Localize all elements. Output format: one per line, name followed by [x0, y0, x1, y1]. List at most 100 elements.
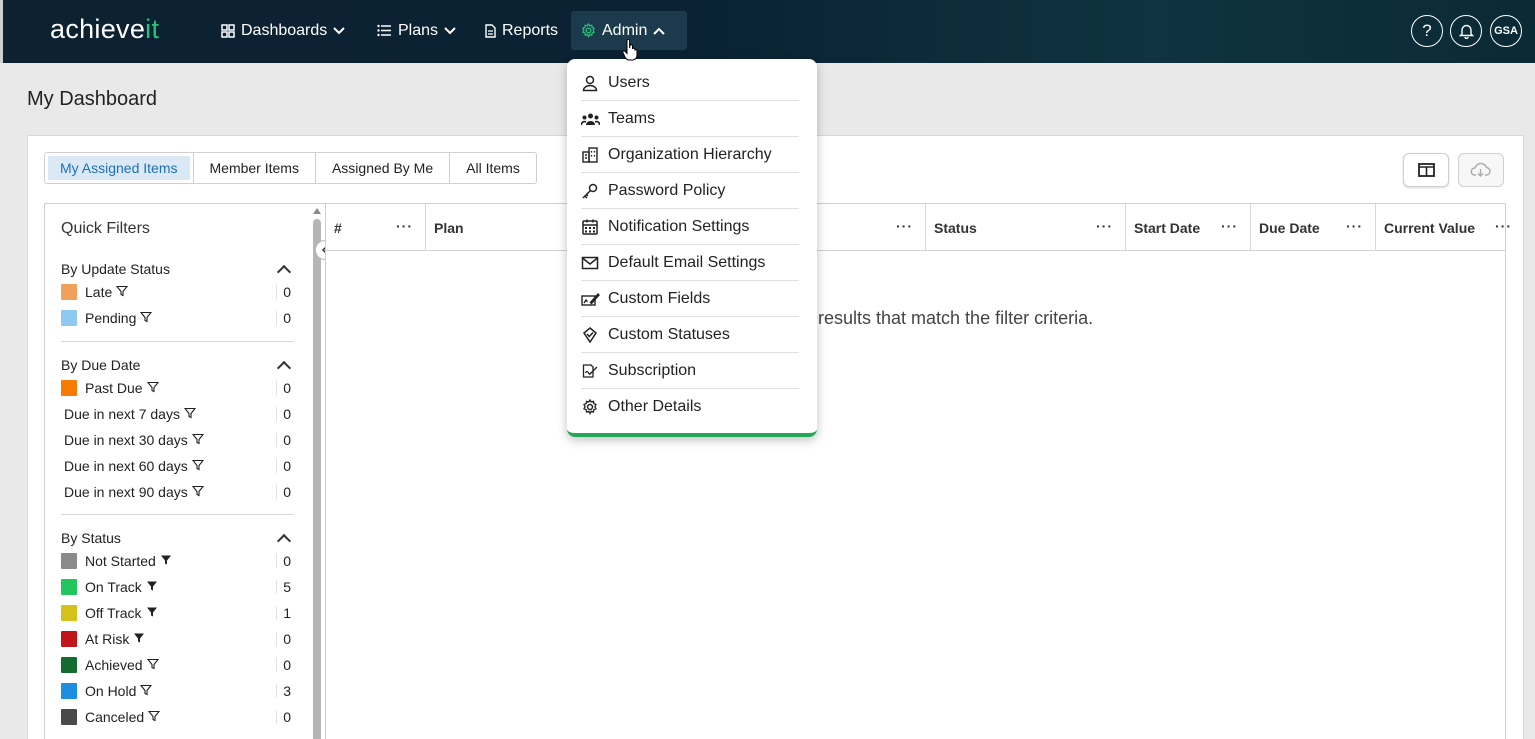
calendar-icon [581, 218, 599, 236]
admin-menu-item-teams[interactable]: Teams [580, 101, 799, 137]
column-header-number[interactable]: # ··· [326, 204, 426, 251]
filter-label: Due in next 60 days [64, 458, 188, 474]
column-header-start-date[interactable]: Start Date ··· [1126, 204, 1251, 251]
hand-cursor-icon [622, 39, 638, 61]
admin-menu-item-custom-statuses[interactable]: Custom Statuses [581, 317, 799, 353]
filter-funnel-icon[interactable] [191, 458, 204, 474]
column-header-current-value[interactable]: Current Value ··· [1376, 204, 1511, 251]
filter-funnel-icon[interactable] [146, 605, 158, 621]
column-menu-icon[interactable]: ··· [1096, 218, 1113, 234]
filter-funnel-icon[interactable] [160, 553, 172, 569]
filter-funnel-icon[interactable] [148, 709, 161, 725]
filter-row-on-hold[interactable]: On Hold 3 [61, 678, 293, 704]
filter-row-due-in-next-30-days[interactable]: Due in next 30 days 0 [61, 427, 293, 453]
admin-menu-item-password-policy[interactable]: Password Policy [581, 173, 799, 209]
top-navbar: achieveit Dashboards Plans Reports Admin… [0, 0, 1535, 63]
filter-count: 1 [276, 606, 291, 620]
nav-dashboards-label: Dashboards [241, 21, 328, 39]
filter-label: Due in next 90 days [64, 484, 188, 500]
nav-dashboards[interactable]: Dashboards [211, 11, 355, 50]
help-button[interactable]: ? [1411, 15, 1443, 47]
scroll-thumb[interactable] [313, 219, 321, 739]
scroll-up-arrow[interactable] [313, 208, 321, 214]
status-color-swatch [61, 631, 77, 647]
nav-plans-label: Plans [398, 21, 439, 39]
columns-icon [1417, 163, 1435, 177]
admin-menu-item-label: Organization Hierarchy [608, 145, 772, 163]
tab-my-assigned-items[interactable]: My Assigned Items [48, 156, 190, 180]
admin-menu-item-label: Subscription [608, 361, 697, 379]
filter-funnel-icon[interactable] [140, 683, 153, 699]
filter-funnel-icon[interactable] [140, 310, 153, 326]
filter-funnel-icon[interactable] [191, 484, 204, 500]
filter-funnel-icon[interactable] [146, 579, 158, 595]
notifications-button[interactable] [1450, 15, 1482, 47]
user-avatar-button[interactable]: GSA [1490, 15, 1522, 47]
nav-plans[interactable]: Plans [367, 11, 466, 50]
admin-menu-item-subscription[interactable]: Subscription [581, 353, 799, 389]
filters-scrollbar[interactable] [312, 203, 322, 739]
filter-row-canceled[interactable]: Canceled 0 [61, 704, 293, 730]
status-color-swatch [61, 683, 77, 699]
status-color-swatch [61, 657, 77, 673]
filter-row-late[interactable]: Late 0 [61, 279, 293, 305]
list-icon [377, 24, 391, 37]
filter-row-due-in-next-90-days[interactable]: Due in next 90 days 0 [61, 479, 293, 505]
user-icon [581, 74, 599, 92]
empty-grid-message: results that match the filter criteria. [818, 308, 1094, 328]
filter-row-due-in-next-7-days[interactable]: Due in next 7 days 0 [61, 401, 293, 427]
filter-funnel-icon[interactable] [183, 406, 197, 422]
column-menu-icon[interactable]: ··· [1495, 218, 1512, 234]
cloud-download-icon [1470, 162, 1491, 177]
tab-assigned-by-me[interactable]: Assigned By Me [316, 153, 451, 183]
column-header-status[interactable]: Status ··· [926, 204, 1126, 251]
filter-section-header[interactable]: By Update Status [61, 259, 293, 280]
admin-menu-item-custom-fields[interactable]: Custom Fields [580, 281, 799, 317]
filter-section-header[interactable]: By Due Date [61, 355, 293, 376]
chevron-up-icon [276, 360, 292, 376]
filter-label: Not Started [85, 553, 156, 569]
admin-menu-item-other-details[interactable]: Other Details [581, 389, 799, 425]
tab-member-items[interactable]: Member Items [194, 153, 316, 183]
admin-menu-item-default-email-settings[interactable]: Default Email Settings [581, 245, 799, 281]
filter-row-on-track[interactable]: On Track 5 [61, 574, 293, 600]
admin-menu-item-users[interactable]: Users [581, 65, 799, 101]
achieveit-logo[interactable]: achieveit [50, 14, 159, 45]
tab-all-items[interactable]: All Items [450, 153, 536, 183]
column-menu-icon[interactable]: ··· [896, 218, 913, 234]
filter-section-header[interactable]: By Status [61, 528, 293, 549]
filter-row-past-due[interactable]: Past Due 0 [61, 375, 293, 401]
chevron-up-icon [276, 264, 292, 280]
filter-row-due-in-next-60-days[interactable]: Due in next 60 days 0 [61, 453, 293, 479]
filter-row-achieved[interactable]: Achieved 0 [61, 652, 293, 678]
chevron-down-icon [333, 26, 345, 34]
filter-count: 0 [276, 433, 291, 447]
filter-row-off-track[interactable]: Off Track 1 [61, 600, 293, 626]
filter-funnel-icon[interactable] [191, 432, 204, 448]
column-menu-icon[interactable]: ··· [1221, 218, 1238, 234]
envelope-icon [581, 255, 599, 271]
admin-menu-item-notification-settings[interactable]: Notification Settings [581, 209, 799, 245]
nav-reports[interactable]: Reports [475, 11, 568, 50]
filter-count: 0 [276, 311, 291, 325]
filter-row-at-risk[interactable]: At Risk 0 [61, 626, 293, 652]
column-menu-icon[interactable]: ··· [396, 218, 413, 234]
grid-header: # ··· Plan ··· Status ··· Start Date ··· Due… [326, 204, 1511, 251]
filter-count: 3 [276, 684, 291, 698]
filter-section-update-status: By Update Status Late 0 Pending 0 [61, 259, 293, 331]
admin-menu-item-label: Notification Settings [608, 217, 750, 235]
filter-row-not-started[interactable]: Not Started 0 [61, 548, 293, 574]
filter-funnel-icon[interactable] [146, 657, 159, 673]
column-menu-icon[interactable]: ··· [1346, 218, 1363, 234]
admin-menu-item-label: Custom Fields [608, 289, 711, 307]
column-layout-button[interactable] [1403, 153, 1449, 187]
filter-label: Canceled [85, 709, 145, 725]
filter-label: Pending [85, 310, 137, 326]
filter-funnel-icon[interactable] [146, 380, 159, 396]
filter-funnel-icon[interactable] [116, 284, 129, 300]
column-header-due-date[interactable]: Due Date ··· [1251, 204, 1376, 251]
filter-row-pending[interactable]: Pending 0 [61, 305, 293, 331]
download-button[interactable] [1458, 153, 1504, 187]
admin-menu-item-organization-hierarchy[interactable]: Organization Hierarchy [581, 137, 799, 173]
filter-funnel-icon[interactable] [133, 631, 145, 647]
